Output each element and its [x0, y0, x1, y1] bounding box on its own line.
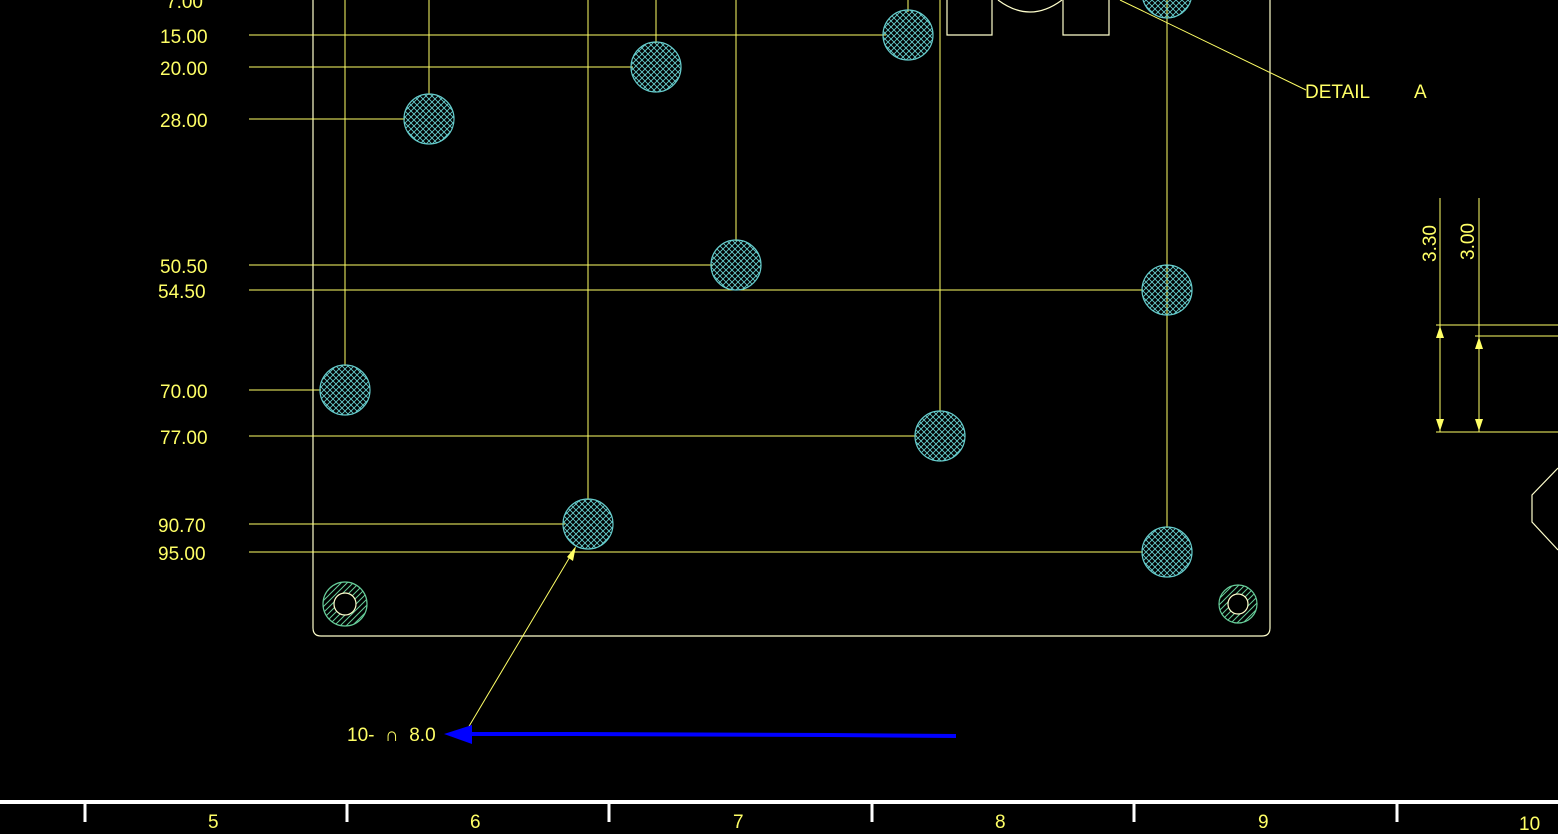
- hole[interactable]: [319, 364, 371, 416]
- detail-leader-line: [1119, 0, 1307, 91]
- side-dimensions: [1436, 198, 1558, 433]
- side-dim-label: 3.00: [1458, 223, 1479, 260]
- hole[interactable]: [710, 239, 762, 291]
- detail-letter: A: [1414, 82, 1427, 103]
- ruler-label: 7: [733, 812, 744, 833]
- ruler-label: 5: [208, 812, 219, 833]
- hole[interactable]: [630, 41, 682, 93]
- row-label: 90.70: [158, 516, 206, 537]
- mounting-hole: [1218, 584, 1258, 624]
- detail-label: DETAIL: [1305, 82, 1370, 103]
- hole[interactable]: [882, 9, 934, 61]
- mounting-hole: [322, 581, 368, 627]
- row-label: 50.50: [160, 257, 208, 278]
- hole-callout: 10- ∩ 8.0: [347, 725, 436, 746]
- holes: [319, 0, 1193, 578]
- ruler: 5 6 7 8 9 10: [0, 800, 1558, 834]
- hole[interactable]: [914, 410, 966, 462]
- row-labels: 7.00 15.00 20.00 28.00 50.50 54.50 70.00…: [158, 0, 208, 565]
- ruler-label: 8: [995, 812, 1006, 833]
- cad-drawing-canvas[interactable]: DETAIL A 7.00 15.00 20.00 28.00 50.50 54…: [0, 0, 1558, 834]
- dimension-leaders: [249, 34, 1143, 553]
- hole[interactable]: [1141, 264, 1193, 316]
- row-label: 77.00: [160, 428, 208, 449]
- row-label: 95.00: [158, 544, 206, 565]
- row-label: 28.00: [160, 111, 208, 132]
- mounting-holes: [322, 581, 1258, 627]
- row-label: 15.00: [160, 27, 208, 48]
- hole[interactable]: [1141, 526, 1193, 578]
- hole[interactable]: [403, 93, 455, 145]
- row-label: 70.00: [160, 382, 208, 403]
- ruler-label: 9: [1258, 812, 1269, 833]
- row-label: 7.00: [166, 0, 203, 13]
- row-label: 54.50: [158, 282, 206, 303]
- plate-outline: [312, 0, 1271, 637]
- side-dim-label: 3.30: [1420, 225, 1441, 262]
- row-label: 20.00: [160, 59, 208, 80]
- annotation-arrow[interactable]: [444, 725, 957, 744]
- top-connector-detail: [946, 0, 1110, 36]
- hole-partial[interactable]: [1142, 0, 1192, 19]
- ruler-label: 10: [1519, 814, 1540, 834]
- hole[interactable]: [562, 498, 614, 550]
- side-dimension-arrows: [1436, 326, 1483, 431]
- part-edge-outline: [1531, 467, 1558, 551]
- callout-leader: [467, 546, 576, 729]
- ruler-label: 6: [470, 812, 481, 833]
